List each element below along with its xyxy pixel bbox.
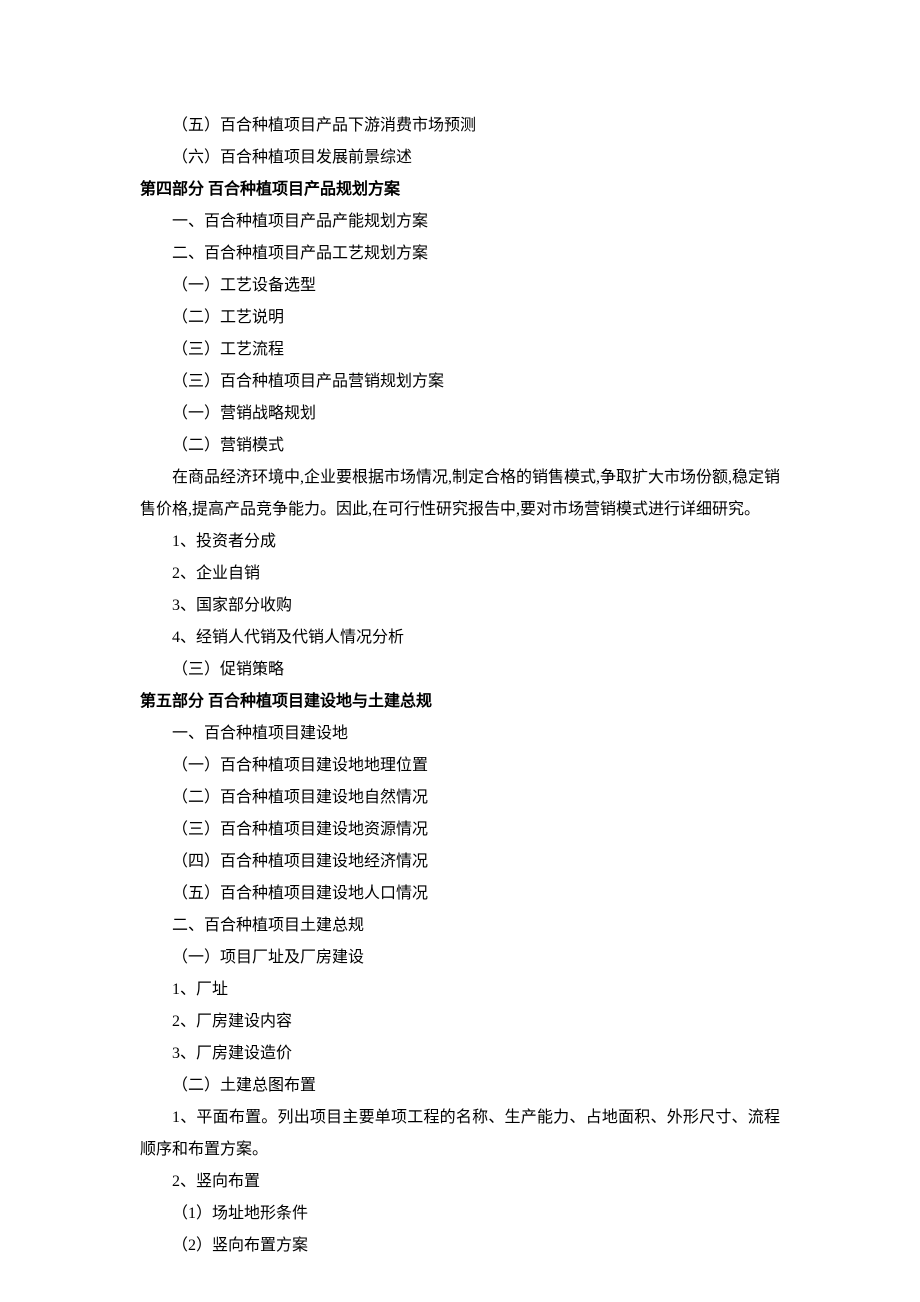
toc-item: 一、百合种植项目建设地 [140,718,780,750]
toc-item: （二）土建总图布置 [140,1070,780,1102]
toc-item: （二）百合种植项目建设地自然情况 [140,782,780,814]
toc-item: （二）工艺说明 [140,302,780,334]
toc-item: 4、经销人代销及代销人情况分析 [140,622,780,654]
document-page: （五）百合种植项目产品下游消费市场预测 （六）百合种植项目发展前景综述 第四部分… [0,0,920,1302]
toc-item: 1、投资者分成 [140,526,780,558]
toc-item: （三）工艺流程 [140,334,780,366]
toc-item: （2）竖向布置方案 [140,1230,780,1262]
toc-item: （六）百合种植项目发展前景综述 [140,142,780,174]
body-paragraph: 在商品经济环境中,企业要根据市场情况,制定合格的销售模式,争取扩大市场份额,稳定… [140,462,780,526]
toc-item: 2、竖向布置 [140,1166,780,1198]
toc-item: （五）百合种植项目产品下游消费市场预测 [140,110,780,142]
toc-item: （1）场址地形条件 [140,1198,780,1230]
toc-item: 2、企业自销 [140,558,780,590]
toc-item: 3、厂房建设造价 [140,1038,780,1070]
toc-item: （二）营销模式 [140,430,780,462]
toc-item: （三）百合种植项目建设地资源情况 [140,814,780,846]
body-paragraph: 1、平面布置。列出项目主要单项工程的名称、生产能力、占地面积、外形尺寸、流程顺序… [140,1102,780,1166]
toc-item: 二、百合种植项目产品工艺规划方案 [140,238,780,270]
toc-item: 一、百合种植项目产品产能规划方案 [140,206,780,238]
toc-item: 2、厂房建设内容 [140,1006,780,1038]
toc-item: 1、厂址 [140,974,780,1006]
toc-item: （三）促销策略 [140,654,780,686]
section-heading-part4: 第四部分 百合种植项目产品规划方案 [140,174,780,206]
toc-item: （五）百合种植项目建设地人口情况 [140,878,780,910]
toc-item: （四）百合种植项目建设地经济情况 [140,846,780,878]
toc-item: （三）百合种植项目产品营销规划方案 [140,366,780,398]
toc-item: （一）项目厂址及厂房建设 [140,942,780,974]
section-heading-part5: 第五部分 百合种植项目建设地与土建总规 [140,686,780,718]
toc-item: （一）工艺设备选型 [140,270,780,302]
toc-item: 二、百合种植项目土建总规 [140,910,780,942]
toc-item: 3、国家部分收购 [140,590,780,622]
toc-item: （一）百合种植项目建设地地理位置 [140,750,780,782]
toc-item: （一）营销战略规划 [140,398,780,430]
